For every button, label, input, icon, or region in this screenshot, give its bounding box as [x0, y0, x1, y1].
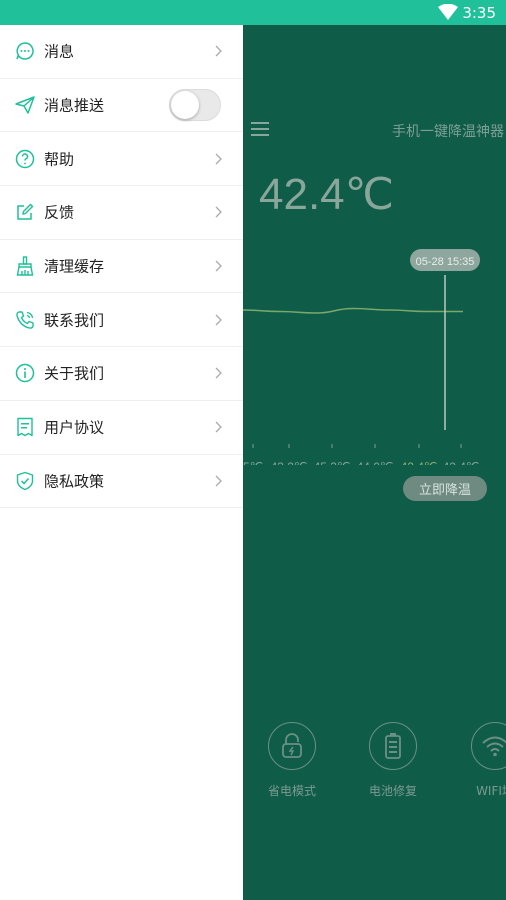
- toggle-knob: [171, 91, 199, 120]
- x-tick-label: 43.2℃: [271, 460, 308, 465]
- cool-down-button[interactable]: 立即降温: [403, 476, 487, 501]
- drawer-item-label: 联系我们: [44, 311, 105, 330]
- series-line: [243, 307, 463, 314]
- chevron-right-icon: [215, 153, 222, 165]
- x-tick-label: 42.4℃: [401, 460, 438, 465]
- feature-label: WIFI增: [476, 784, 506, 798]
- chevron-right-icon: [215, 314, 222, 326]
- chevron-right-icon: [215, 421, 222, 433]
- feature-label: 省电模式: [267, 784, 316, 798]
- drawer-item-clear-cache[interactable]: 清理缓存: [0, 240, 243, 294]
- drawer-item-label: 清理缓存: [44, 257, 105, 276]
- wifi-signal-icon: [438, 4, 458, 20]
- send-icon: [15, 96, 35, 114]
- chevron-right-icon: [215, 206, 222, 218]
- x-tick-label: 44.0℃: [357, 460, 394, 465]
- drawer-item-help[interactable]: 帮助: [0, 132, 243, 187]
- drawer-item-label: 隐私政策: [44, 472, 105, 491]
- info-icon: [15, 364, 35, 383]
- wifi-icon: [482, 736, 506, 757]
- drawer-item-about-us[interactable]: 关于我们: [0, 347, 243, 401]
- drawer-item-contact-us[interactable]: 联系我们: [0, 293, 243, 348]
- shield-icon: [16, 471, 34, 491]
- document-icon: [17, 417, 33, 437]
- feature-ring: [369, 722, 417, 770]
- drawer-item-push-notifications[interactable]: 消息推送: [0, 79, 243, 133]
- feature-label: 电池修复: [368, 784, 417, 798]
- chevron-right-icon: [215, 475, 222, 487]
- feature-battery-repair[interactable]: 电池修复: [353, 722, 433, 799]
- drawer-item-label: 帮助: [44, 150, 75, 169]
- app-title: 手机一键降温神器: [392, 124, 504, 140]
- feature-power-saving[interactable]: 省电模式: [252, 722, 332, 799]
- battery-icon: [385, 733, 401, 759]
- drawer-item-label: 反馈: [44, 203, 75, 222]
- feature-ring: [268, 722, 316, 770]
- phone-icon: [16, 311, 34, 329]
- temperature-chart: 05-28 15:35 5℃ 43.2℃ 45.3℃ 44.0℃ 42.4℃ 42.4℃: [243, 249, 480, 465]
- menu-icon[interactable]: [250, 121, 270, 137]
- drawer-item-label: 消息: [44, 42, 75, 61]
- message-icon: [16, 42, 34, 61]
- drawer-item-privacy-policy[interactable]: 隐私政策: [0, 455, 243, 509]
- drawer-item-label: 关于我们: [44, 364, 105, 383]
- feedback-icon: [17, 203, 34, 221]
- chevron-right-icon: [215, 45, 222, 57]
- drawer-item-label: 消息推送: [44, 96, 105, 115]
- x-tick-label: 42.4℃: [443, 460, 480, 465]
- x-tick-label: 45.3℃: [314, 460, 351, 465]
- chevron-right-icon: [215, 260, 222, 272]
- drawer-item-label: 用户协议: [44, 418, 105, 437]
- drawer-item-messages[interactable]: 消息: [0, 25, 243, 79]
- lock-icon: [282, 733, 302, 758]
- x-tick-label: 5℃: [243, 460, 263, 465]
- status-time: 3:35: [462, 4, 496, 22]
- help-icon: [15, 149, 35, 168]
- navigation-drawer: 消息 消息推送 帮助 反馈 清理缓存 联系我们 关于我们 用户协议 隐私政策: [0, 25, 243, 900]
- drawer-item-feedback[interactable]: 反馈: [0, 186, 243, 240]
- tooltip-label: 05-28 15:35: [416, 256, 475, 268]
- broom-icon: [16, 256, 34, 276]
- feature-ring: [471, 722, 506, 770]
- push-notifications-toggle[interactable]: [169, 89, 221, 122]
- drawer-item-user-agreement[interactable]: 用户协议: [0, 401, 243, 455]
- chevron-right-icon: [215, 368, 222, 379]
- current-temperature: 42.4℃: [259, 170, 395, 219]
- feature-wifi-boost[interactable]: WIFI增: [455, 722, 506, 799]
- status-bar: 3:35: [0, 0, 506, 25]
